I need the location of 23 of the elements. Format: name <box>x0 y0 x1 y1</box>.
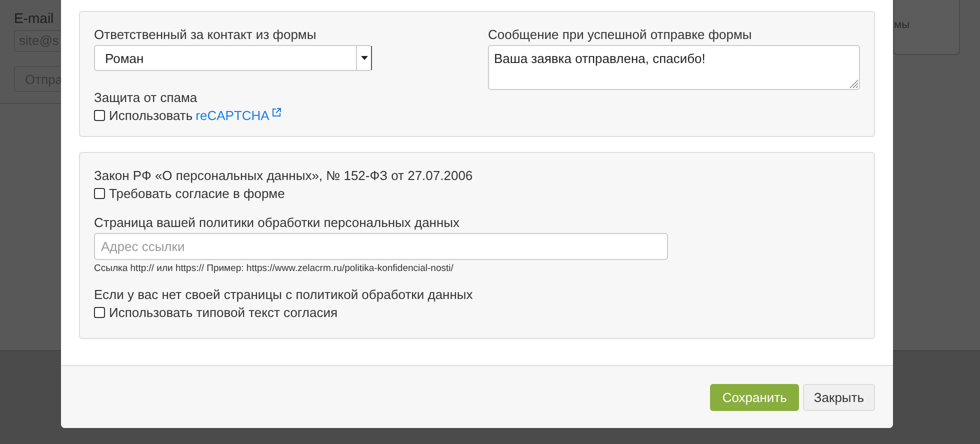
hint-text: Ссылка http:// или https:// Пример: https://www.zelacrm.ru/politika-konfidencial-nosti/ <box>94 263 454 274</box>
checkbox[interactable] <box>94 110 105 121</box>
checkbox-label: Использовать типовой текст согласия <box>109 304 338 321</box>
field-label: Страница вашей политики обработки персональных данных <box>94 214 460 232</box>
external-link-icon <box>272 108 282 117</box>
close-button[interactable]: Закрыть <box>802 384 875 410</box>
policy-url-field[interactable]: Адрес ссылки <box>94 233 668 260</box>
checkbox-label: Требовать согласие в форме <box>109 185 285 202</box>
caret-icon <box>360 56 368 60</box>
checkbox-label: Использовать <box>109 107 193 124</box>
success-message-field[interactable]: Ваша заявка отправлена, спасибо! <box>488 45 860 90</box>
resize-grip-icon <box>849 79 858 88</box>
field-label: Если у вас нет своей страницы с политикой обработки данных <box>94 286 473 304</box>
checkbox[interactable] <box>94 188 105 199</box>
responsible-select[interactable]: Роман <box>94 45 372 71</box>
recaptcha-link[interactable]: reCAPTCHA <box>196 107 270 124</box>
field-label: Закон РФ «О персональных данных», № 152-ФЗ от 27.07.2006 <box>94 167 473 185</box>
save-button[interactable]: Сохранить <box>710 384 799 410</box>
field-label: Сообщение при успешной отправке формы <box>488 26 752 44</box>
field-label: Защита от спама <box>94 89 198 107</box>
field-label: Ответственный за контакт из формы <box>94 26 316 44</box>
checkbox[interactable] <box>94 307 105 318</box>
email-label: E-mail <box>14 10 55 26</box>
